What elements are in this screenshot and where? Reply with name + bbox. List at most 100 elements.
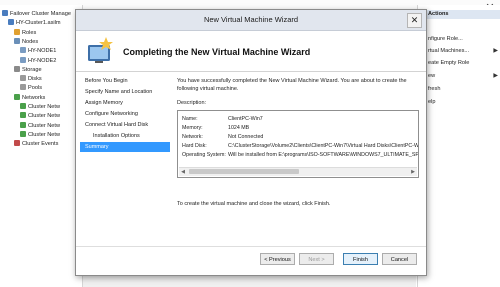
- tree-item[interactable]: Cluster Netw: [20, 112, 60, 121]
- cluster-manager-icon: [2, 10, 8, 16]
- tree-item-label: Storage: [22, 66, 42, 73]
- description-value: Not Connected: [228, 134, 264, 140]
- tree-item[interactable]: Cluster Netw: [20, 121, 61, 131]
- tree-item[interactable]: Nodes: [14, 37, 39, 47]
- description-row: Network: Not Connected: [182, 133, 263, 142]
- tree-item[interactable]: Cluster Events: [14, 140, 58, 149]
- close-button[interactable]: ✕: [407, 13, 422, 28]
- network-icon: [20, 112, 26, 119]
- description-value: ClientPC-Win7: [228, 116, 263, 122]
- wizard-step[interactable]: Connect Virtual Hard Disk: [80, 120, 170, 130]
- action-item[interactable]: fresh: [428, 85, 440, 94]
- tree-item-label: Cluster Netw: [28, 131, 61, 138]
- wizard-step[interactable]: Installation Options: [80, 131, 170, 141]
- finish-button[interactable]: Finish: [343, 253, 378, 265]
- tree-item-label: Failover Cluster Manage: [10, 11, 71, 17]
- description-key: Hard Disk:: [182, 143, 207, 149]
- tree-item-label: Roles: [22, 29, 37, 36]
- tree-item-label: Cluster Netw: [28, 122, 61, 129]
- roles-icon: [14, 28, 20, 35]
- actions-header: Actions: [418, 10, 500, 19]
- nodes-icon: [14, 37, 20, 44]
- cancel-button[interactable]: Cancel: [382, 253, 417, 265]
- network-icon: [20, 130, 26, 137]
- description-label: Description:: [177, 100, 207, 106]
- tree-item[interactable]: Roles: [14, 28, 37, 38]
- tree-item-label: Nodes: [22, 38, 39, 45]
- description-value: Will be installed from E:\programs\ISO-S…: [228, 152, 419, 158]
- tree-item[interactable]: Networks: [14, 93, 46, 103]
- tree-item-label: Pools: [28, 85, 42, 92]
- scroll-right-icon[interactable]: ▶: [409, 168, 417, 176]
- action-item[interactable]: eate Empty Role: [428, 59, 469, 68]
- wizard-step-active[interactable]: Summary: [80, 142, 170, 152]
- tree-item[interactable]: Failover Cluster Manage: [2, 10, 71, 19]
- description-key: Memory:: [182, 125, 203, 131]
- submenu-arrow-icon: ▶: [493, 73, 498, 79]
- finish-instruction-text: To create the virtual machine and close …: [177, 201, 331, 207]
- tree-item[interactable]: Storage: [14, 65, 42, 75]
- action-item[interactable]: nfigure Role...: [428, 35, 463, 44]
- navigation-tree: Failover Cluster Manage HY-Cluster1.asilm…: [0, 5, 83, 287]
- tree-item[interactable]: Disks: [20, 75, 42, 84]
- tree-item[interactable]: Cluster Netw: [20, 103, 60, 112]
- summary-intro-text: You have successfully completed the New …: [177, 78, 407, 92]
- description-key: Network:: [182, 134, 203, 140]
- tree-item-label: HY-NODE1: [28, 48, 57, 55]
- description-box[interactable]: Name: ClientPC-Win7 Memory: 1024 MB Network:…: [177, 110, 419, 178]
- wizard-step[interactable]: Configure Networking: [80, 109, 170, 119]
- wizard-heading: Completing the New Virtual Machine Wizar…: [123, 47, 311, 57]
- scrollbar-thumb[interactable]: [189, 169, 299, 174]
- network-icon: [20, 121, 26, 128]
- new-vm-wizard-dialog: New Virtual Machine Wizard ✕ Completing …: [75, 9, 427, 276]
- tree-item-label: Cluster Netw: [28, 104, 61, 110]
- wizard-steps: Before You Begin Specify Name and Locatio…: [80, 76, 170, 256]
- wizard-title-bar[interactable]: New Virtual Machine Wizard ✕: [76, 10, 426, 31]
- actions-header-label: Actions: [428, 11, 449, 17]
- description-row: Memory: 1024 MB: [182, 124, 249, 133]
- tree-item[interactable]: HY-NODE2: [20, 56, 57, 66]
- disk-icon: [20, 75, 26, 82]
- horizontal-scrollbar[interactable]: ◀ ▶: [179, 167, 417, 176]
- wizard-title: New Virtual Machine Wizard: [203, 15, 299, 24]
- tree-item-label: Disks: [28, 76, 42, 83]
- tree-item[interactable]: Pools: [20, 84, 42, 93]
- server-icon: [20, 47, 26, 54]
- scroll-left-icon[interactable]: ◀: [179, 168, 187, 176]
- previous-button[interactable]: < Previous: [260, 253, 295, 265]
- action-item[interactable]: ew: [428, 72, 435, 81]
- wizard-step[interactable]: Before You Begin: [80, 76, 170, 86]
- network-icon: [20, 103, 26, 109]
- tree-item-label: Cluster Netw: [28, 113, 61, 120]
- description-key: Operating System:: [182, 152, 226, 158]
- events-icon: [14, 140, 20, 147]
- action-item[interactable]: rtual Machines...: [428, 47, 469, 56]
- network-icon: [14, 93, 20, 100]
- description-key: Name:: [182, 116, 198, 122]
- wizard-step[interactable]: Assign Memory: [80, 98, 170, 108]
- tree-item-label: HY-NODE2: [28, 57, 57, 64]
- next-button[interactable]: Next >: [299, 253, 334, 265]
- description-row: Name: ClientPC-Win7: [182, 115, 263, 124]
- tree-item-label: HY-Cluster1.asilm: [16, 20, 61, 27]
- tree-item[interactable]: Cluster Netw: [20, 130, 61, 140]
- description-value: 1024 MB: [228, 125, 250, 131]
- description-row: Operating System: Will be installed from …: [182, 151, 419, 160]
- action-item[interactable]: elp: [428, 98, 435, 107]
- tree-item[interactable]: HY-Cluster1.asilm: [8, 19, 61, 28]
- button-divider: [76, 246, 426, 247]
- actions-pane: Actions nfigure Role... rtual Machines...…: [417, 5, 500, 287]
- close-icon: ✕: [410, 15, 419, 25]
- cluster-icon: [8, 19, 14, 26]
- storage-icon: [14, 65, 20, 72]
- tree-item[interactable]: HY-NODE1: [20, 47, 56, 56]
- new-vm-wizard-icon: [88, 37, 113, 63]
- tree-item-label: Networks: [22, 94, 46, 101]
- tree-item-label: Cluster Events: [22, 141, 59, 148]
- wizard-header: Completing the New Virtual Machine Wizar…: [76, 31, 426, 72]
- server-icon: [20, 56, 26, 63]
- wizard-step[interactable]: Specify Name and Location: [80, 87, 170, 97]
- pool-icon: [20, 84, 26, 91]
- description-row: Hard Disk: C:\ClusterStorage\Volume2\Clie…: [182, 142, 418, 151]
- submenu-arrow-icon: ▶: [493, 48, 498, 54]
